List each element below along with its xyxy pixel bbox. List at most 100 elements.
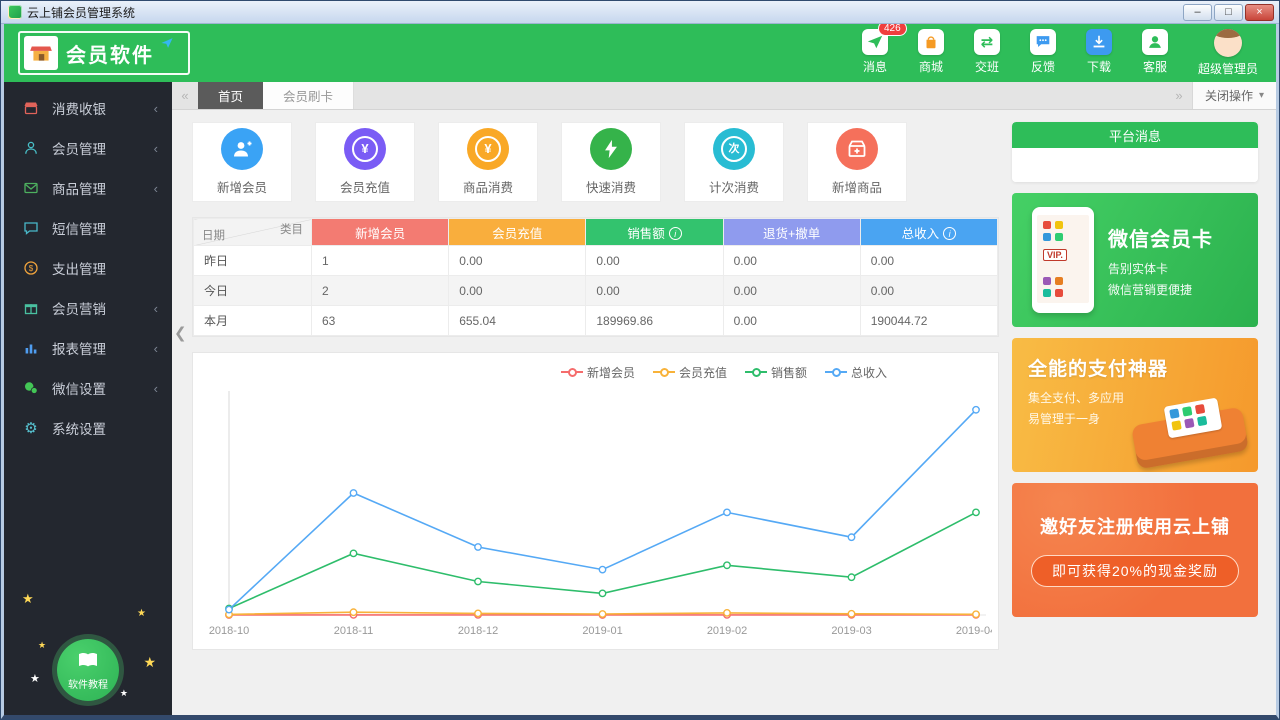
- nav-item-shift[interactable]: ⇄ 交班: [974, 29, 1000, 75]
- quick-action-count-consume[interactable]: 次 计次消费: [684, 122, 784, 202]
- vip-tag: VIP.: [1043, 249, 1067, 261]
- sidebar-item-label: 短信管理: [52, 218, 106, 238]
- nav-label: 商城: [919, 58, 943, 75]
- chevron-left-icon: ‹: [154, 341, 158, 356]
- titlebar[interactable]: 云上铺会员管理系统 – □ ×: [1, 1, 1279, 24]
- tab-member-swipe[interactable]: 会员刷卡: [263, 82, 354, 109]
- maximize-button[interactable]: □: [1214, 4, 1243, 21]
- payment-device-banner[interactable]: 全能的支付神器 集全支付、多应用 易管理于一身: [1012, 338, 1258, 472]
- close-actions-dropdown[interactable]: 关闭操作 ▾: [1192, 82, 1276, 109]
- app-window: 云上铺会员管理系统 – □ × 会员软件 426: [0, 0, 1280, 720]
- nav-item-mall[interactable]: 商城: [918, 29, 944, 75]
- svg-text:2018-12: 2018-12: [458, 625, 498, 637]
- trend-line-chart: 2018-102018-112018-122019-012019-022019-…: [199, 383, 992, 643]
- sidebar-item-label: 商品管理: [52, 178, 106, 198]
- banner-subtitle: 微信营销更便捷: [1108, 281, 1213, 298]
- table-row-yesterday: 昨日 1 0.00 0.00 0.00 0.00: [194, 246, 998, 276]
- expense-coin-icon: $: [22, 260, 40, 276]
- sidebar-collapse-handle[interactable]: ❮: [172, 320, 189, 346]
- avatar: [1214, 29, 1242, 57]
- cell-value: 655.04: [449, 306, 586, 336]
- cell-value: 0.00: [723, 276, 860, 306]
- quick-action-add-member[interactable]: 新增会员: [192, 122, 292, 202]
- sidebar-item-reports[interactable]: 报表管理 ‹: [4, 328, 172, 368]
- cell-value: 0.00: [723, 246, 860, 276]
- support-person-icon: [1142, 29, 1168, 55]
- wechat-card-banner[interactable]: VIP. 微信会员卡 告别实体卡 微信营销更便捷: [1012, 193, 1258, 327]
- minimize-button[interactable]: –: [1183, 4, 1212, 21]
- legend-item-recharge[interactable]: 会员充值: [653, 364, 727, 381]
- sidebar-item-sms[interactable]: 短信管理: [4, 208, 172, 248]
- nav-label: 消息: [863, 58, 887, 75]
- svg-text:2018-11: 2018-11: [334, 625, 374, 637]
- col-header-new-members: 新增会员: [312, 219, 449, 246]
- legend-item-total-income[interactable]: 总收入: [825, 364, 887, 381]
- sidebar-item-wechat[interactable]: 微信设置 ‹: [4, 368, 172, 408]
- col-header-sales: 销售额i: [586, 219, 723, 246]
- chevron-left-icon: ‹: [154, 301, 158, 316]
- legend-label: 会员充值: [679, 364, 727, 381]
- sidebar-item-members[interactable]: 会员管理 ‹: [4, 128, 172, 168]
- top-nav: 426 消息 商城 ⇄ 交班: [862, 29, 1262, 77]
- member-person-icon: [22, 140, 40, 156]
- count-times-icon: 次: [713, 128, 755, 170]
- tab-scroll-right[interactable]: »: [1166, 82, 1192, 109]
- invite-friends-banner[interactable]: 邀好友注册使用云上铺 即可获得20%的现金奖励: [1012, 483, 1258, 617]
- chevron-left-icon: ‹: [154, 381, 158, 396]
- logo-text: 会员软件: [66, 39, 154, 68]
- cell-value: 0.00: [860, 246, 997, 276]
- svg-text:2019-04: 2019-04: [956, 625, 992, 637]
- report-chart-icon: [22, 340, 40, 356]
- info-icon[interactable]: i: [943, 227, 956, 240]
- sidebar-item-label: 会员营销: [52, 298, 106, 318]
- sidebar-item-cashier[interactable]: 消费收银 ‹: [4, 88, 172, 128]
- legend-item-new-members[interactable]: 新增会员: [561, 364, 635, 381]
- quick-action-recharge[interactable]: ¥ 会员充值: [315, 122, 415, 202]
- phone-image: VIP.: [1032, 207, 1094, 313]
- banner-subtitle: 告别实体卡: [1108, 260, 1213, 277]
- nav-item-messages[interactable]: 426 消息: [862, 29, 888, 75]
- nav-label: 交班: [975, 58, 999, 75]
- sidebar-item-marketing[interactable]: 会员营销 ‹: [4, 288, 172, 328]
- nav-item-download[interactable]: 下载: [1086, 29, 1112, 75]
- tab-bar: « 首页 会员刷卡 » 关闭操作 ▾: [172, 82, 1276, 110]
- legend-marker: [561, 367, 583, 377]
- window-controls: – □ ×: [1183, 4, 1274, 21]
- svg-text:2019-02: 2019-02: [707, 625, 747, 637]
- sidebar-item-expense[interactable]: $ 支出管理: [4, 248, 172, 288]
- book-icon: [76, 650, 100, 675]
- quick-action-label: 商品消费: [463, 177, 513, 196]
- quick-action-goods-consume[interactable]: ¥ 商品消费: [438, 122, 538, 202]
- quick-action-fast-consume[interactable]: 快速消费: [561, 122, 661, 202]
- settings-gear-icon: ⚙: [22, 421, 40, 436]
- legend-label: 销售额: [771, 364, 807, 381]
- sidebar-item-goods[interactable]: 商品管理 ‹: [4, 168, 172, 208]
- caret-down-icon: ▾: [1259, 90, 1264, 101]
- banner-title: 全能的支付神器: [1028, 354, 1258, 381]
- platform-message-card[interactable]: 平台消息: [1012, 122, 1258, 182]
- cell-value: 1: [312, 246, 449, 276]
- quick-action-add-goods[interactable]: 新增商品: [807, 122, 907, 202]
- info-icon[interactable]: i: [669, 227, 682, 240]
- star-decoration: ★: [137, 608, 146, 619]
- tutorial-button[interactable]: 软件教程: [57, 639, 119, 701]
- shop-icon: [24, 36, 58, 70]
- platform-message-body: [1012, 148, 1258, 182]
- legend-item-sales[interactable]: 销售额: [745, 364, 807, 381]
- window-title: 云上铺会员管理系统: [27, 4, 135, 21]
- close-button[interactable]: ×: [1245, 4, 1274, 21]
- legend-marker: [745, 367, 767, 377]
- nav-label: 客服: [1143, 58, 1167, 75]
- sidebar-item-settings[interactable]: ⚙ 系统设置: [4, 408, 172, 448]
- tab-home[interactable]: 首页: [198, 82, 263, 109]
- nav-label: 下载: [1087, 58, 1111, 75]
- nav-item-feedback[interactable]: 反馈: [1030, 29, 1056, 75]
- message-count-badge: 426: [878, 24, 907, 36]
- nav-item-admin[interactable]: 超级管理员: [1198, 29, 1258, 77]
- nav-label: 反馈: [1031, 58, 1055, 75]
- nav-item-support[interactable]: 客服: [1142, 29, 1168, 75]
- tab-scroll-left[interactable]: «: [172, 82, 198, 109]
- table-corner-cell: 类目 日期: [194, 219, 312, 246]
- sidebar-item-label: 支出管理: [52, 258, 106, 278]
- quick-action-label: 新增会员: [217, 177, 267, 196]
